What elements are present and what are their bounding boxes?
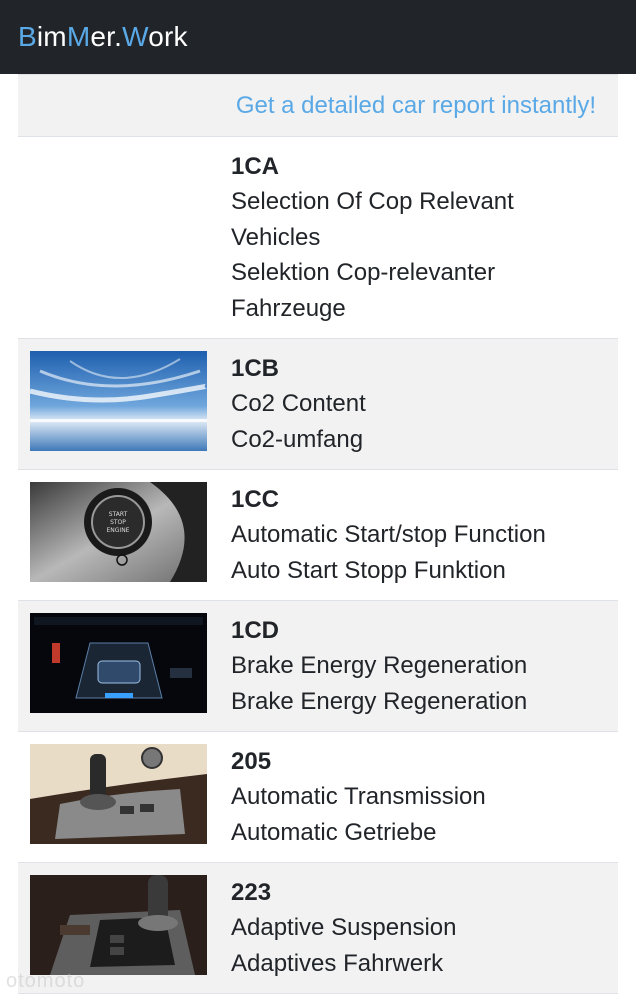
svg-text:START: START: [109, 511, 128, 518]
option-description: Co2-umfang: [231, 425, 364, 453]
option-description: Adaptives Fahrwerk: [231, 949, 444, 977]
watermark: otomoto: [6, 970, 86, 992]
option-description: Automatic Transmission: [231, 783, 486, 810]
brand-part: im: [36, 21, 67, 52]
table-row: 1CD Brake Energy Regeneration Brake Ener…: [18, 601, 618, 732]
table-row: 1CB Co2 Content Co2-umfang: [18, 339, 618, 470]
option-code: 223: [231, 879, 272, 906]
gear-selector-image: [30, 744, 207, 844]
brand-part: B: [18, 21, 37, 52]
image-cell: START STOP ENGINE: [18, 470, 231, 600]
brand-part: W: [122, 21, 149, 52]
option-code: 205: [231, 748, 272, 775]
option-description: Vehicles: [231, 223, 321, 251]
option-description: Brake Energy Regeneration: [231, 652, 528, 679]
table-row: 205 Automatic Transmission Automatic Get…: [18, 732, 618, 863]
option-description: Co2 Content: [231, 390, 366, 417]
table-row: 223 Adaptive Suspension Adaptives Fahrwe…: [18, 863, 618, 994]
option-description: Automatic Start/stop Function: [231, 521, 546, 548]
instrument-display-image: [30, 613, 207, 713]
option-description: Adaptive Suspension: [231, 914, 457, 941]
brand-part: er.: [90, 21, 123, 52]
svg-text:STOP: STOP: [110, 519, 126, 526]
start-stop-button-image: START STOP ENGINE: [30, 482, 207, 582]
text-cell: 1CB Co2 Content Co2-umfang: [231, 339, 366, 469]
sky-clouds-image: [30, 351, 207, 451]
report-banner: Get a detailed car report instantly!: [18, 75, 618, 137]
table-row: START STOP ENGINE 1CC Automatic Start/st…: [18, 470, 618, 601]
option-description: Selection Of Cop Relevant: [231, 188, 514, 215]
image-cell: [18, 339, 231, 469]
brand-part: ork: [148, 21, 188, 52]
center-console-image: [30, 875, 207, 975]
option-description: Fahrzeuge: [231, 294, 346, 322]
navbar: BimMer.Work: [0, 0, 636, 74]
image-cell: [18, 601, 231, 731]
brand-part: M: [66, 21, 91, 52]
option-code: 1CD: [231, 617, 280, 644]
option-code: 1CA: [231, 153, 280, 180]
image-cell: [18, 137, 231, 338]
text-cell: 1CA Selection Of Cop Relevant Vehicles S…: [231, 137, 514, 338]
site-logo[interactable]: BimMer.Work: [18, 21, 188, 53]
svg-text:ENGINE: ENGINE: [107, 527, 130, 534]
table-row: 1CA Selection Of Cop Relevant Vehicles S…: [18, 137, 618, 339]
option-description: Brake Energy Regeneration: [231, 687, 528, 715]
option-description: Selektion Cop-relevanter: [231, 259, 496, 286]
text-cell: 205 Automatic Transmission Automatic Get…: [231, 732, 486, 862]
option-code: 1CB: [231, 355, 280, 382]
option-code: 1CC: [231, 486, 280, 513]
option-description: Automatic Getriebe: [231, 818, 437, 846]
text-cell: 1CC Automatic Start/stop Function Auto S…: [231, 470, 546, 600]
text-cell: 1CD Brake Energy Regeneration Brake Ener…: [231, 601, 527, 731]
options-table: Get a detailed car report instantly! 1CA…: [18, 74, 618, 994]
option-description: Auto Start Stopp Funktion: [231, 556, 506, 584]
car-report-link[interactable]: Get a detailed car report instantly!: [236, 92, 596, 120]
text-cell: 223 Adaptive Suspension Adaptives Fahrwe…: [231, 863, 457, 993]
image-cell: [18, 732, 231, 862]
